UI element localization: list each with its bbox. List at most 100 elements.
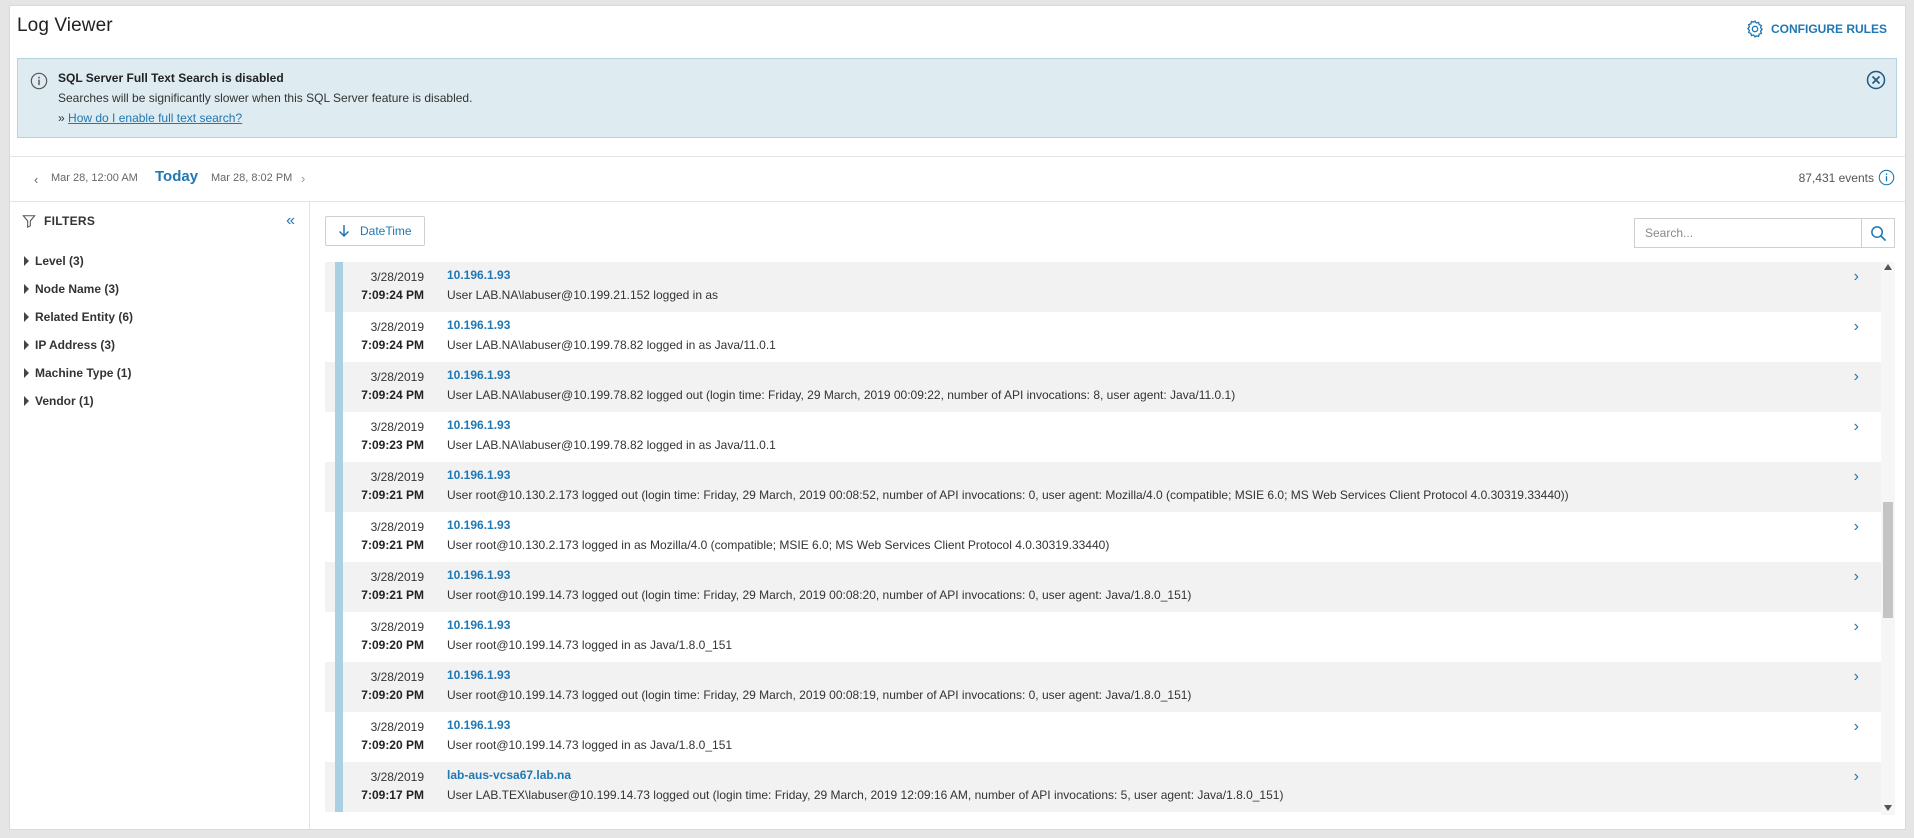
caret-right-icon [24, 284, 29, 294]
log-row[interactable]: 3/28/2019 7:09:21 PM 10.196.1.93 User ro… [325, 462, 1881, 512]
filter-label: Machine Type (1) [35, 366, 132, 380]
banner-link-row: » How do I enable full text search? [58, 111, 242, 125]
sort-label: DateTime [360, 224, 412, 238]
log-row[interactable]: 3/28/2019 7:09:20 PM 10.196.1.93 User ro… [325, 662, 1881, 712]
arrow-down-icon [338, 225, 350, 238]
log-host-link[interactable]: 10.196.1.93 [447, 318, 510, 332]
log-host-link[interactable]: 10.196.1.93 [447, 468, 510, 482]
log-message: User LAB.NA\labuser@10.199.78.82 logged … [447, 338, 776, 352]
level-indicator [335, 712, 343, 762]
caret-right-icon [24, 256, 29, 266]
chevron-right-icon[interactable]: › [1854, 518, 1859, 536]
filter-label: Vendor (1) [35, 394, 94, 408]
chevron-right-icon[interactable]: › [1854, 768, 1859, 786]
log-row[interactable]: 3/28/2019 7:09:21 PM 10.196.1.93 User ro… [325, 512, 1881, 562]
chevron-right-icon[interactable]: › [1854, 318, 1859, 336]
log-time: 7:09:21 PM [361, 588, 424, 602]
close-icon[interactable] [1866, 70, 1886, 90]
filter-machine-type[interactable]: Machine Type (1) [24, 359, 133, 387]
log-host-link[interactable]: lab-aus-vcsa67.lab.na [447, 768, 571, 782]
log-row[interactable]: 3/28/2019 7:09:17 PM lab-aus-vcsa67.lab.… [325, 762, 1881, 812]
gear-icon [1747, 20, 1763, 38]
log-host-link[interactable]: 10.196.1.93 [447, 268, 510, 282]
search-button[interactable] [1861, 219, 1894, 247]
chevron-left-icon[interactable]: ‹ [34, 172, 38, 187]
fts-disabled-banner: SQL Server Full Text Search is disabled … [17, 58, 1897, 138]
filters-heading-label: FILTERS [44, 214, 96, 228]
log-message: User LAB.NA\labuser@10.199.78.82 logged … [447, 438, 776, 452]
sort-datetime-button[interactable]: DateTime [325, 216, 425, 246]
log-host-link[interactable]: 10.196.1.93 [447, 568, 510, 582]
log-date: 3/28/2019 [370, 520, 424, 534]
chevron-right-icon[interactable]: › [1854, 668, 1859, 686]
log-time: 7:09:21 PM [361, 538, 424, 552]
chevron-right-icon[interactable]: › [1854, 568, 1859, 586]
filter-list: Level (3) Node Name (3) Related Entity (… [24, 247, 133, 415]
configure-rules-button[interactable]: CONFIGURE RULES [1745, 19, 1887, 39]
log-row[interactable]: 3/28/2019 7:09:21 PM 10.196.1.93 User ro… [325, 562, 1881, 612]
chevron-right-icon[interactable]: › [1854, 718, 1859, 736]
range-current[interactable]: Today [155, 168, 198, 185]
info-icon[interactable] [1878, 169, 1895, 186]
filter-related-entity[interactable]: Related Entity (6) [24, 303, 133, 331]
range-end: Mar 28, 8:02 PM [211, 172, 293, 184]
filter-vendor[interactable]: Vendor (1) [24, 387, 133, 415]
search-box [1634, 218, 1895, 248]
date-range-bar: ‹ Mar 28, 12:00 AM Today Mar 28, 8:02 PM… [10, 156, 1905, 202]
scrollbar-thumb[interactable] [1883, 502, 1893, 618]
level-indicator [335, 412, 343, 462]
search-icon [1870, 225, 1886, 241]
log-row[interactable]: 3/28/2019 7:09:24 PM 10.196.1.93 User LA… [325, 362, 1881, 412]
log-time: 7:09:20 PM [361, 638, 424, 652]
chevron-right-icon[interactable]: › [1854, 418, 1859, 436]
log-row[interactable]: 3/28/2019 7:09:24 PM 10.196.1.93 User LA… [325, 312, 1881, 362]
log-date: 3/28/2019 [370, 620, 424, 634]
filter-label: Related Entity (6) [35, 310, 134, 324]
log-scrollbar[interactable] [1881, 262, 1895, 815]
log-host-link[interactable]: 10.196.1.93 [447, 618, 510, 632]
filter-node-name[interactable]: Node Name (3) [24, 275, 133, 303]
chevron-right-icon[interactable]: › [1854, 368, 1859, 386]
filter-level[interactable]: Level (3) [24, 247, 133, 275]
level-indicator [335, 512, 343, 562]
chevron-right-icon[interactable]: › [1854, 268, 1859, 286]
log-host-link[interactable]: 10.196.1.93 [447, 368, 510, 382]
enable-fts-help-link[interactable]: How do I enable full text search? [68, 111, 242, 125]
scroll-down-arrow-icon[interactable] [1884, 805, 1892, 811]
log-time: 7:09:23 PM [361, 438, 424, 452]
banner-title: SQL Server Full Text Search is disabled [58, 71, 284, 85]
log-host-link[interactable]: 10.196.1.93 [447, 418, 510, 432]
log-date: 3/28/2019 [370, 770, 424, 784]
log-row[interactable]: 3/28/2019 7:09:23 PM 10.196.1.93 User LA… [325, 412, 1881, 462]
log-message: User root@10.130.2.173 logged in as Mozi… [447, 538, 1110, 552]
chevron-right-icon[interactable]: › [1854, 618, 1859, 636]
log-viewer-panel: Log Viewer CONFIGURE RULES SQL Server Fu… [9, 5, 1906, 830]
log-message: User root@10.199.14.73 logged in as Java… [447, 638, 733, 652]
level-indicator [335, 762, 343, 812]
log-host-link[interactable]: 10.196.1.93 [447, 518, 510, 532]
level-indicator [335, 362, 343, 412]
log-message: User root@10.199.14.73 logged out (login… [447, 688, 1192, 702]
log-message: User LAB.NA\labuser@10.199.78.82 logged … [447, 388, 1236, 402]
filter-label: IP Address (3) [35, 338, 116, 352]
chevron-right-icon[interactable]: › [301, 171, 305, 186]
search-input[interactable] [1635, 219, 1861, 247]
chevron-right-icon[interactable]: › [1854, 468, 1859, 486]
log-row[interactable]: 3/28/2019 7:09:20 PM 10.196.1.93 User ro… [325, 712, 1881, 762]
level-indicator [335, 312, 343, 362]
caret-right-icon [24, 368, 29, 378]
scroll-up-arrow-icon[interactable] [1884, 264, 1892, 270]
log-row[interactable]: 3/28/2019 7:09:20 PM 10.196.1.93 User ro… [325, 612, 1881, 662]
log-message: User root@10.130.2.173 logged out (login… [447, 488, 1569, 502]
log-time: 7:09:20 PM [361, 738, 424, 752]
log-date: 3/28/2019 [370, 720, 424, 734]
log-message: User LAB.NA\labuser@10.199.21.152 logged… [447, 288, 719, 302]
log-row[interactable]: 3/28/2019 7:09:24 PM 10.196.1.93 User LA… [325, 262, 1881, 312]
caret-right-icon [24, 340, 29, 350]
filter-ip-address[interactable]: IP Address (3) [24, 331, 133, 359]
log-host-link[interactable]: 10.196.1.93 [447, 668, 510, 682]
log-host-link[interactable]: 10.196.1.93 [447, 718, 510, 732]
collapse-sidebar-icon[interactable]: « [286, 212, 295, 230]
info-icon [30, 72, 48, 90]
log-date: 3/28/2019 [370, 320, 424, 334]
